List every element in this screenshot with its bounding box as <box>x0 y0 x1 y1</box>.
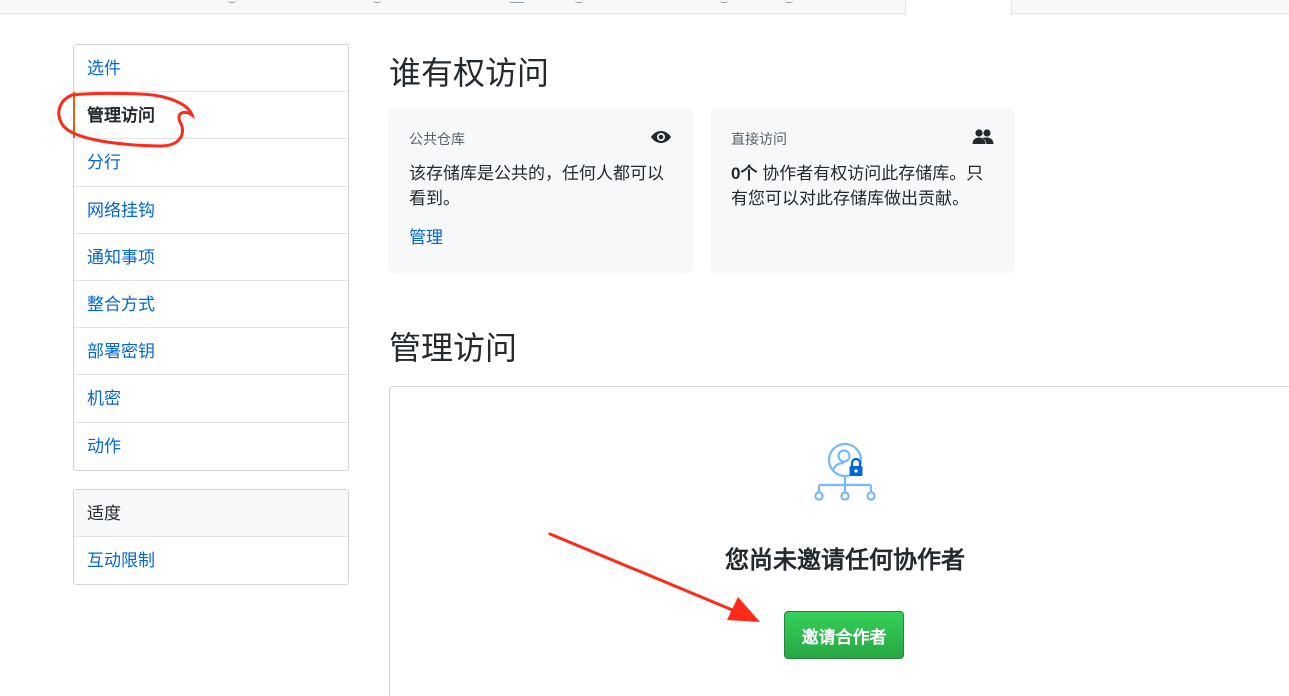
tab-divider <box>228 0 236 3</box>
person-lock-network-icon <box>811 442 879 511</box>
tab-settings[interactable] <box>905 0 1012 15</box>
public-repo-title: 公共仓库 <box>409 131 465 147</box>
tab-divider <box>720 0 728 3</box>
moderation-heading: 适度 <box>74 490 348 537</box>
manage-access-heading: 管理访问 <box>389 330 518 366</box>
sidebar-item-manage-access[interactable]: 管理访问 <box>73 92 348 140</box>
public-repo-card: 公共仓库 该存储库是公共的，任何人都可以看到。 管理 <box>389 109 692 271</box>
invite-collaborator-button[interactable]: 邀请合作者 <box>784 611 904 659</box>
sidebar-item-branches[interactable]: 分行 <box>74 139 348 187</box>
direct-access-text: 协作者有权访问此存储库。只有您可以对此存储库做出贡献。 <box>731 164 984 208</box>
tab-divider <box>785 0 793 3</box>
tab-divider <box>510 0 524 3</box>
sidebar-item-options[interactable]: 选件 <box>74 45 348 93</box>
people-icon <box>972 128 994 151</box>
sidebar-item-deploy-keys[interactable]: 部署密钥 <box>74 328 348 376</box>
sidebar-item-interaction-limits[interactable]: 互动限制 <box>74 537 348 584</box>
settings-sidebar: 选件 管理访问 分行 网络挂钩 通知事项 整合方式 部署密钥 机密 动作 <box>73 44 349 471</box>
sidebar-item-notifications[interactable]: 通知事项 <box>74 234 348 281</box>
sidebar-item-secrets[interactable]: 机密 <box>74 375 348 423</box>
eye-icon <box>650 129 672 150</box>
public-repo-description: 该存储库是公共的，任何人都可以看到。 <box>409 164 664 208</box>
no-collaborators-title: 您尚未邀请任何协作者 <box>725 547 965 574</box>
direct-access-card: 直接访问 0个 协作者有权访问此存储库。只有您可以对此存储库做出贡献。 <box>711 109 1014 271</box>
moderation-sidebar: 适度 互动限制 <box>73 489 349 586</box>
sidebar-item-integrations[interactable]: 整合方式 <box>74 281 348 329</box>
manage-link[interactable]: 管理 <box>409 223 443 248</box>
who-has-access-heading: 谁有权访问 <box>389 55 550 91</box>
tab-divider <box>373 0 381 3</box>
tab-divider <box>575 0 583 3</box>
page: 选件 管理访问 分行 网络挂钩 通知事项 整合方式 部署密钥 机密 动作 适度 … <box>0 0 1289 696</box>
direct-access-description: 0个 协作者有权访问此存储库。只有您可以对此存储库做出贡献。 <box>731 161 994 211</box>
manage-access-blankslate: 您尚未邀请任何协作者 邀请合作者 <box>389 386 1289 696</box>
sidebar-item-actions[interactable]: 动作 <box>74 423 348 470</box>
collaborator-count: 0个 <box>731 164 758 183</box>
top-tab-strip <box>0 0 1289 15</box>
direct-access-title: 直接访问 <box>731 131 787 147</box>
sidebar-item-webhooks[interactable]: 网络挂钩 <box>74 187 348 234</box>
